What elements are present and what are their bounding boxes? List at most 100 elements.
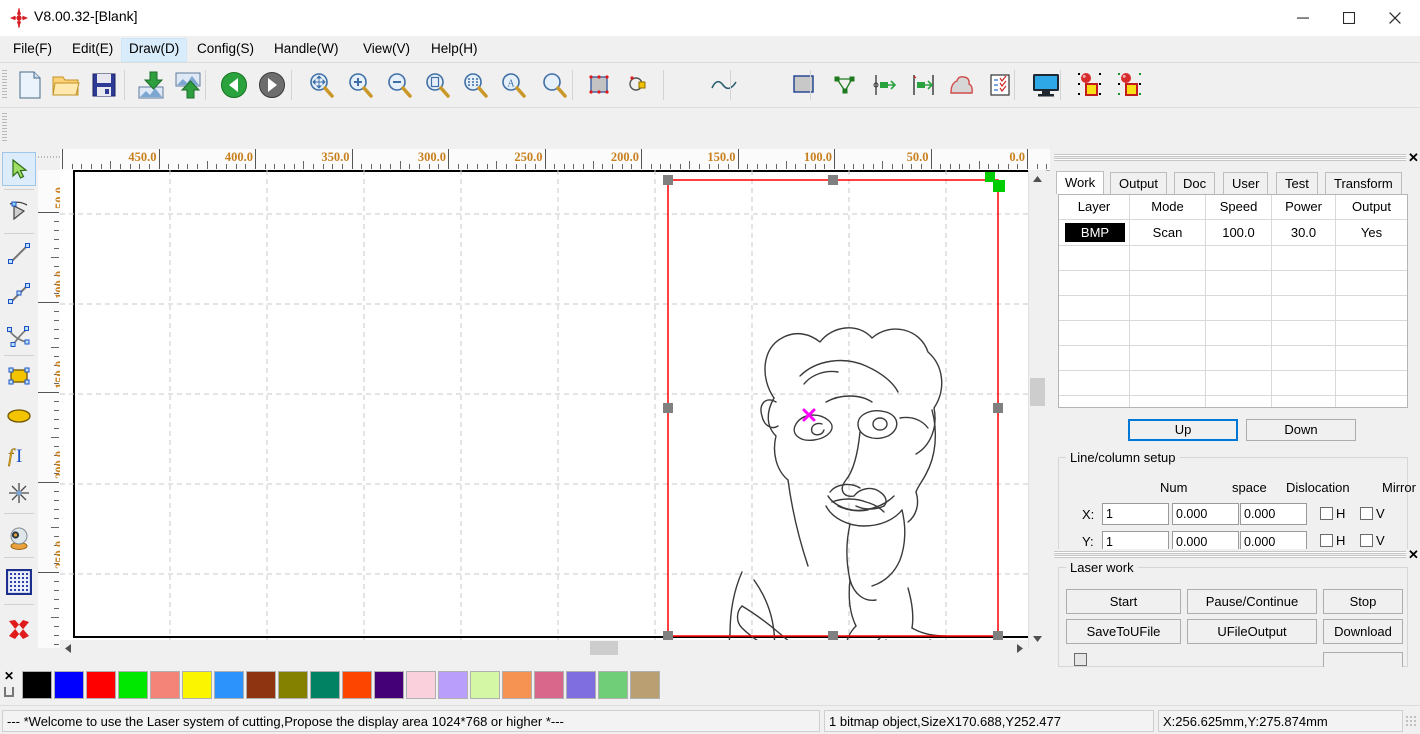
export-image-icon[interactable] (170, 68, 206, 102)
menu-item-config[interactable]: Config(S) (190, 38, 261, 60)
zoom-page-icon[interactable] (419, 68, 455, 102)
y-mirror-h-checkbox[interactable] (1320, 534, 1333, 547)
starburst-tool-icon[interactable] (2, 476, 36, 510)
select-arrow-icon[interactable] (2, 152, 36, 186)
tab-work[interactable]: Work (1056, 171, 1105, 194)
path-optimize-checkbox[interactable] (1074, 653, 1087, 666)
import-image-icon[interactable] (133, 68, 169, 102)
scroll-left-button[interactable] (60, 640, 76, 656)
layer-table[interactable]: Layer Mode Speed Power Output BMP Scan 1… (1058, 194, 1408, 408)
scroll-right-button[interactable] (1012, 640, 1028, 656)
start-button[interactable]: Start (1066, 589, 1181, 614)
offset-horizontal-icon[interactable] (866, 68, 902, 102)
canvas-horizontal-scrollbar[interactable] (60, 640, 1028, 656)
tab-doc[interactable]: Doc (1174, 172, 1216, 194)
scroll-thumb-horizontal[interactable] (590, 641, 618, 655)
color-swatch[interactable] (598, 671, 628, 699)
frame-nodes-icon[interactable] (581, 68, 617, 102)
array-copy-icon[interactable] (827, 68, 863, 102)
save-disk-icon[interactable] (86, 68, 122, 102)
new-file-icon[interactable] (12, 68, 48, 102)
color-swatch[interactable] (502, 671, 532, 699)
ufile-output-button[interactable]: UFileOutput (1187, 619, 1317, 644)
panel-close-icon[interactable]: ✕ (1408, 150, 1419, 166)
resize-grip[interactable] (1405, 715, 1417, 727)
wave-curve-icon[interactable] (707, 68, 743, 102)
tab-test[interactable]: Test (1276, 172, 1318, 194)
node-edit-red-icon[interactable] (1074, 68, 1110, 102)
table-row[interactable]: BMP Scan 100.0 30.0 Yes (1059, 220, 1407, 245)
zoom-selection-icon[interactable] (457, 68, 493, 102)
zoom-out-icon[interactable] (381, 68, 417, 102)
seal-outline-icon[interactable] (943, 68, 979, 102)
minimize-icon[interactable] (1280, 0, 1326, 36)
color-swatch[interactable] (246, 671, 276, 699)
download-button[interactable]: Download (1323, 619, 1403, 644)
panel-drag-grip-top[interactable] (1054, 154, 1406, 161)
rectangle-tool-icon[interactable] (2, 359, 36, 393)
line-tool-icon[interactable] (2, 237, 36, 271)
layer-up-button[interactable]: Up (1128, 419, 1238, 441)
zoom-all-icon[interactable]: A (495, 68, 531, 102)
laser-panel-close-icon[interactable]: ✕ (1408, 547, 1419, 563)
delete-red-x-icon[interactable] (2, 613, 36, 647)
capture-camera-icon[interactable] (2, 521, 36, 555)
toolbar-grip[interactable] (2, 113, 7, 143)
color-swatch[interactable] (630, 671, 660, 699)
y-mirror-v-checkbox[interactable] (1360, 534, 1373, 547)
panel-drag-grip-bottom[interactable] (1054, 551, 1406, 558)
color-swatch[interactable] (342, 671, 372, 699)
node-edit-icon[interactable] (2, 194, 36, 228)
color-swatch[interactable] (438, 671, 468, 699)
tab-user[interactable]: User (1223, 172, 1269, 194)
layer-down-button[interactable]: Down (1246, 419, 1356, 441)
color-swatch[interactable] (150, 671, 180, 699)
color-swatch[interactable] (278, 671, 308, 699)
color-swatch[interactable] (214, 671, 244, 699)
stop-button[interactable]: Stop (1323, 589, 1403, 614)
save-to-ufile-button[interactable]: SaveToUFile (1066, 619, 1181, 644)
dot-matrix-icon[interactable] (2, 565, 36, 599)
menu-item-handle[interactable]: Handle(W) (267, 38, 346, 60)
color-swatch[interactable] (470, 671, 500, 699)
zoom-pan-icon[interactable] (303, 68, 339, 102)
menu-item-edit[interactable]: Edit(E) (65, 38, 120, 60)
tab-output[interactable]: Output (1110, 172, 1168, 194)
color-swatch[interactable] (118, 671, 148, 699)
menu-item-view[interactable]: View(V) (356, 38, 417, 60)
invert-rect-icon[interactable] (786, 68, 822, 102)
color-swatch[interactable] (374, 671, 404, 699)
menu-item-draw[interactable]: Draw(D) (121, 38, 188, 62)
open-folder-icon[interactable] (48, 68, 84, 102)
tab-transform[interactable]: Transform (1325, 172, 1402, 194)
color-swatch[interactable] (406, 671, 436, 699)
toolbar-grip[interactable] (2, 70, 7, 100)
redo-forward-icon[interactable] (254, 68, 290, 102)
canvas-vertical-scrollbar[interactable] (1028, 170, 1046, 648)
x-dislocation-input[interactable]: 0.000 (1240, 503, 1307, 525)
x-mirror-h-checkbox[interactable] (1320, 507, 1333, 520)
text-tool-icon[interactable]: f I (2, 438, 36, 472)
design-canvas[interactable] (60, 170, 1035, 648)
color-swatch[interactable] (86, 671, 116, 699)
horizontal-ruler[interactable]: 500.0450.0400.0350.0300.0250.0200.0150.0… (38, 149, 1050, 171)
close-icon[interactable] (1372, 0, 1418, 36)
x-mirror-v-checkbox[interactable] (1360, 507, 1373, 520)
maximize-icon[interactable] (1326, 0, 1372, 36)
color-swatch[interactable] (566, 671, 596, 699)
pause-continue-button[interactable]: Pause/Continue (1187, 589, 1317, 614)
color-swatch[interactable] (54, 671, 84, 699)
undo-back-icon[interactable] (216, 68, 252, 102)
monitor-preview-icon[interactable] (1028, 68, 1064, 102)
color-swatch[interactable] (534, 671, 564, 699)
palette-close-icon[interactable]: ✕ (4, 669, 14, 683)
bezier-curve-icon[interactable] (2, 319, 36, 353)
task-list-icon[interactable] (982, 68, 1018, 102)
scroll-up-button[interactable] (1029, 170, 1046, 187)
scroll-thumb-vertical[interactable] (1030, 378, 1045, 406)
polyline-tool-icon[interactable] (2, 277, 36, 311)
scroll-down-button[interactable] (1029, 631, 1046, 648)
zoom-in-icon[interactable] (342, 68, 378, 102)
x-space-input[interactable]: 0.000 (1172, 503, 1239, 525)
menu-item-help[interactable]: Help(H) (424, 38, 485, 60)
